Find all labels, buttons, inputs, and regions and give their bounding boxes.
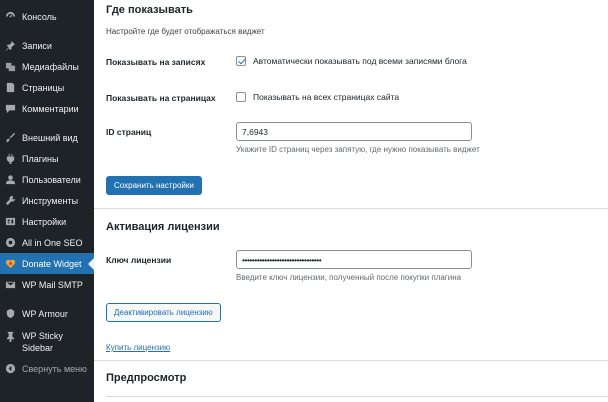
sidebar-item-settings[interactable]: Настройки xyxy=(0,211,94,232)
sidebar-item-label: Инструменты xyxy=(22,195,79,206)
show-on-pages-option[interactable]: Показывать на всех страницах сайта xyxy=(236,92,399,102)
admin-sidebar: Консоль Записи Медиафайлы Страницы Комме… xyxy=(0,0,94,402)
sidebar-item-wp-armour[interactable]: WP Armour xyxy=(0,303,94,324)
show-on-posts-option[interactable]: Автоматически показывать под всеми запис… xyxy=(236,56,467,66)
sidebar-item-donate-widget[interactable]: Donate Widget xyxy=(0,253,94,274)
brush-icon xyxy=(4,132,16,144)
collapse-icon xyxy=(4,363,16,375)
comment-icon xyxy=(4,103,16,115)
sidebar-item-wp-sticky-sidebar[interactable]: WP Sticky Sidebar xyxy=(0,324,94,358)
display-section-title: Где показывать xyxy=(106,4,193,16)
sidebar-item-label: Свернуть меню xyxy=(22,363,87,374)
show-on-pages-label: Показывать на страницах xyxy=(106,93,216,103)
sidebar-item-pages[interactable]: Страницы xyxy=(0,77,94,98)
show-on-posts-checkbox[interactable] xyxy=(236,56,246,66)
main-content: Где показывать Настройте где будет отобр… xyxy=(94,0,608,402)
users-icon xyxy=(4,174,16,186)
display-section-description: Настройте где будет отображаться виджет xyxy=(106,27,265,36)
sidebar-item-label: Записи xyxy=(22,40,52,51)
license-section-title: Активация лицензии xyxy=(106,221,220,233)
page-ids-input[interactable] xyxy=(236,122,472,141)
sidebar-item-label: Пользователи xyxy=(22,174,81,185)
save-settings-button[interactable]: Сохранить настройки xyxy=(106,176,202,195)
show-on-pages-checkbox[interactable] xyxy=(236,92,246,102)
section-divider xyxy=(94,208,608,209)
sidebar-item-label: WP Armour xyxy=(22,308,68,319)
preview-area xyxy=(106,396,608,402)
page-ids-hint: Укажите ID страниц через запятую, где ну… xyxy=(236,145,480,154)
page-ids-label: ID страниц xyxy=(106,127,152,137)
license-key-hint: Введите ключ лицензии, полученный после … xyxy=(236,273,462,282)
section-divider xyxy=(94,360,608,361)
sidebar-item-label: Страницы xyxy=(22,82,65,93)
mail-icon xyxy=(4,279,16,291)
sidebar-item-wp-mail-smtp[interactable]: WP Mail SMTP xyxy=(0,274,94,295)
sidebar-item-label: Консоль xyxy=(22,11,57,22)
sidebar-item-tools[interactable]: Инструменты xyxy=(0,190,94,211)
sidebar-item-label: All in One SEO xyxy=(22,237,83,248)
sidebar-item-posts[interactable]: Записи xyxy=(0,35,94,56)
settings-icon xyxy=(4,216,16,228)
sticky-pin-icon xyxy=(4,330,16,342)
collapse-menu-button[interactable]: Свернуть меню xyxy=(0,358,94,379)
heart-icon xyxy=(4,258,16,270)
pin-icon xyxy=(4,40,16,52)
sidebar-item-label: WP Mail SMTP xyxy=(22,279,83,290)
buy-license-link[interactable]: Купить лицензию xyxy=(106,343,170,352)
dashboard-icon xyxy=(4,11,16,23)
show-on-posts-checkbox-text: Автоматически показывать под всеми запис… xyxy=(253,56,467,66)
preview-section-title: Предпросмотр xyxy=(106,372,187,384)
plugin-icon xyxy=(4,153,16,165)
sidebar-item-label: Внешний вид xyxy=(22,132,78,143)
sidebar-item-label: Комментарии xyxy=(22,103,79,114)
sidebar-item-comments[interactable]: Комментарии xyxy=(0,98,94,119)
sidebar-item-all-in-one-seo[interactable]: All in One SEO xyxy=(0,232,94,253)
license-key-input[interactable] xyxy=(236,250,472,269)
shield-icon xyxy=(4,308,16,320)
sidebar-item-label: Настройки xyxy=(22,216,67,227)
sidebar-item-users[interactable]: Пользователи xyxy=(0,169,94,190)
media-icon xyxy=(4,61,16,73)
sidebar-item-label: Плагины xyxy=(22,153,59,164)
sidebar-item-label: Медиафайлы xyxy=(22,61,79,72)
seo-icon xyxy=(4,237,16,249)
sidebar-item-label: Donate Widget xyxy=(22,258,82,269)
sidebar-item-plugins[interactable]: Плагины xyxy=(0,148,94,169)
wrench-icon xyxy=(4,195,16,207)
page-icon xyxy=(4,82,16,94)
sidebar-item-dashboard[interactable]: Консоль xyxy=(0,6,94,27)
show-on-pages-checkbox-text: Показывать на всех страницах сайта xyxy=(253,92,400,102)
license-key-label: Ключ лицензии xyxy=(106,255,172,265)
show-on-posts-label: Показывать на записях xyxy=(106,57,206,67)
deactivate-license-button[interactable]: Деактивировать лицензию xyxy=(106,303,221,322)
sidebar-item-appearance[interactable]: Внешний вид xyxy=(0,127,94,148)
sidebar-item-label: WP Sticky Sidebar xyxy=(22,331,63,353)
sidebar-item-media[interactable]: Медиафайлы xyxy=(0,56,94,77)
